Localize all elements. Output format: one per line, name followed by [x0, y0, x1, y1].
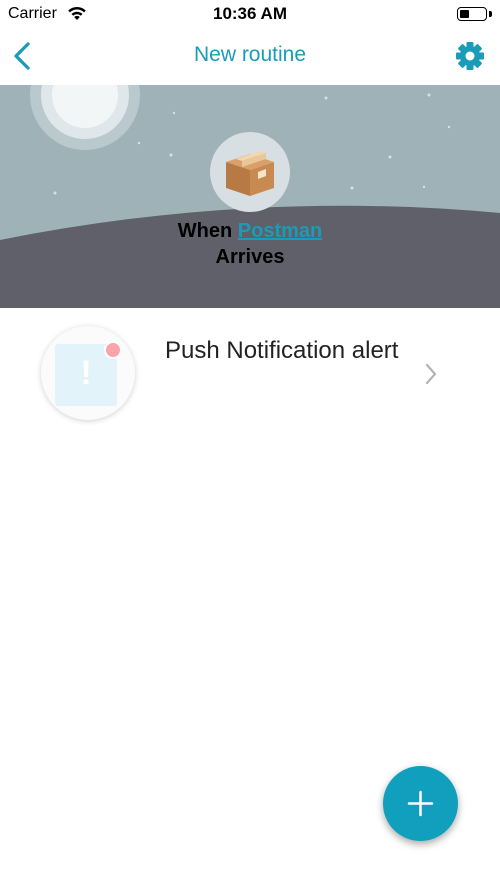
notification-badge-dot — [104, 341, 122, 359]
action-row-push-notification[interactable]: ! Push Notification alert — [0, 308, 500, 438]
package-icon — [226, 151, 274, 196]
action-label: Push Notification alert — [165, 337, 399, 364]
battery-cap — [489, 11, 492, 17]
action-icon-circle: ! — [41, 326, 135, 420]
gear-icon — [456, 42, 484, 70]
plus-icon — [407, 790, 434, 817]
battery-level-fill — [460, 10, 469, 18]
battery-icon — [457, 7, 487, 21]
trigger-icon-circle — [210, 132, 290, 212]
trigger-title: When Postman Arrives — [0, 218, 500, 270]
trigger-title-line1: When Postman — [0, 218, 500, 244]
trigger-subject-link[interactable]: Postman — [238, 220, 322, 242]
page-title: New routine — [193, 43, 307, 66]
navigation-bar: New routine — [0, 28, 500, 85]
settings-button[interactable] — [452, 38, 488, 74]
exclamation-glyph: ! — [80, 354, 92, 392]
status-bar: Carrier 10:36 AM — [0, 0, 500, 28]
trigger-banner[interactable]: When Postman Arrives — [0, 85, 500, 308]
chevron-right-icon — [425, 363, 437, 385]
trigger-prefix: When — [177, 220, 233, 242]
status-time: 10:36 AM — [212, 4, 287, 23]
trigger-suffix: Arrives — [215, 246, 285, 268]
add-action-button[interactable] — [383, 766, 458, 841]
